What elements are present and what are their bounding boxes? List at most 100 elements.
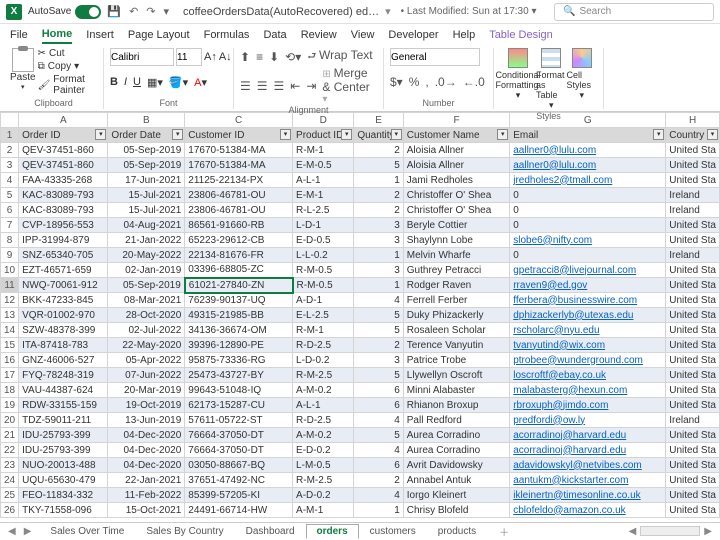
cell[interactable]: loscroftf@ebay.co.uk [510, 368, 666, 383]
cell[interactable]: 19-Oct-2019 [108, 398, 185, 413]
cell[interactable]: 6 [354, 383, 403, 398]
cell[interactable]: A-M-1 [293, 503, 354, 518]
cell[interactable]: UQU-65630-479 [19, 473, 108, 488]
toggle-on-icon[interactable] [75, 5, 101, 19]
cell[interactable]: aantukm@kickstarter.com [510, 473, 666, 488]
email-link[interactable]: ikleinertn@timesonline.co.uk [513, 490, 640, 501]
cell[interactable]: NUO-20013-488 [19, 458, 108, 473]
cell[interactable]: GNZ-46006-527 [19, 353, 108, 368]
font-color-button[interactable]: A▾ [194, 76, 207, 89]
email-link[interactable]: tvanyutind@wix.com [513, 340, 605, 351]
cell[interactable]: 17670-51384-MA [185, 158, 293, 173]
cell[interactable]: FEO-11834-332 [19, 488, 108, 503]
cell[interactable]: A-M-0.2 [293, 428, 354, 443]
cell[interactable]: R-M-0.5 [293, 263, 354, 278]
cell[interactable]: 4 [354, 413, 403, 428]
row-header[interactable]: 9 [1, 248, 19, 263]
cell[interactable]: E-M-0.5 [293, 158, 354, 173]
cell[interactable]: United Sta [666, 173, 720, 188]
cell[interactable]: 21-Jan-2022 [108, 233, 185, 248]
cell[interactable]: Aurea Corradino [403, 443, 509, 458]
menu-table-design[interactable]: Table Design [489, 27, 553, 43]
col-header-f[interactable]: F [403, 113, 509, 128]
cell[interactable]: 1 [354, 173, 403, 188]
cell[interactable]: A-D-1 [293, 293, 354, 308]
email-link[interactable]: aantukm@kickstarter.com [513, 475, 628, 486]
filter-icon[interactable]: ▾ [172, 129, 183, 140]
cell[interactable]: Ireland [666, 248, 720, 263]
wrap-text-button[interactable]: ⮐ Wrap Text [307, 48, 372, 66]
cell[interactable]: United Sta [666, 158, 720, 173]
filter-icon[interactable]: ▾ [391, 129, 402, 140]
row-header[interactable]: 10 [1, 263, 19, 278]
cell[interactable]: BKK-47233-845 [19, 293, 108, 308]
cell[interactable]: Iorgo Kleinert [403, 488, 509, 503]
cell[interactable]: 3 [354, 263, 403, 278]
cell[interactable]: 02-Jul-2022 [108, 323, 185, 338]
cell[interactable]: E-D-0.2 [293, 443, 354, 458]
cell[interactable]: Rodger Raven [403, 278, 509, 293]
cell[interactable]: Rosaleen Scholar [403, 323, 509, 338]
header-order-date[interactable]: Order Date▾ [108, 128, 185, 143]
align-center-icon[interactable]: ☰ [257, 79, 268, 93]
cell[interactable]: United Sta [666, 488, 720, 503]
cell[interactable]: 13-Jun-2019 [108, 413, 185, 428]
increase-decimal-icon[interactable]: .0→ [435, 75, 457, 89]
cell[interactable]: Avrit Davidowsky [403, 458, 509, 473]
cell[interactable]: R-D-2.5 [293, 338, 354, 353]
email-link[interactable]: aallner0@lulu.com [513, 160, 596, 171]
row-header[interactable]: 25 [1, 488, 19, 503]
autosave-toggle[interactable]: AutoSave [28, 5, 101, 19]
email-link[interactable]: jredholes2@tmall.com [513, 175, 612, 186]
format-painter-button[interactable]: 🖌Format Painter [38, 74, 97, 96]
align-bottom-icon[interactable]: ⬇ [269, 50, 279, 64]
cell[interactable]: Ferrell Ferber [403, 293, 509, 308]
cell[interactable]: 85399-57205-KI [185, 488, 293, 503]
cell[interactable]: United Sta [666, 443, 720, 458]
row-header[interactable]: 16 [1, 353, 19, 368]
cell[interactable]: 20-May-2022 [108, 248, 185, 263]
sheet-tab[interactable]: customers [359, 524, 427, 539]
cell[interactable]: 2 [354, 188, 403, 203]
row-header[interactable]: 23 [1, 458, 19, 473]
cell[interactable]: IDU-25793-399 [19, 443, 108, 458]
cell[interactable]: predfordi@ow.ly [510, 413, 666, 428]
sheet-tab[interactable]: products [427, 524, 487, 539]
new-sheet-button[interactable]: ＋ [499, 524, 509, 539]
email-link[interactable]: rraven9@ed.gov [513, 280, 587, 291]
cell[interactable]: 0 [510, 248, 666, 263]
cell[interactable]: 0 [510, 188, 666, 203]
header-order-id[interactable]: Order ID▾ [19, 128, 108, 143]
row-header[interactable]: 13 [1, 308, 19, 323]
align-top-icon[interactable]: ⬆ [240, 50, 250, 64]
cell[interactable]: Chrisy Blofeld [403, 503, 509, 518]
cell[interactable]: 2 [354, 338, 403, 353]
row-header[interactable]: 18 [1, 383, 19, 398]
row-header[interactable]: 6 [1, 203, 19, 218]
menu-page-layout[interactable]: Page Layout [128, 27, 190, 43]
cell[interactable]: 1 [354, 278, 403, 293]
cell[interactable]: 05-Apr-2022 [108, 353, 185, 368]
cell[interactable]: 2 [354, 203, 403, 218]
email-link[interactable]: predfordi@ow.ly [513, 415, 585, 426]
email-link[interactable]: ptrobee@wunderground.com [513, 355, 643, 366]
cell[interactable]: 49315-21985-BB [185, 308, 293, 323]
cell[interactable]: 3 [354, 233, 403, 248]
cell[interactable]: 3 [354, 353, 403, 368]
filter-icon[interactable]: ▾ [341, 129, 352, 140]
cell[interactable]: 23806-46781-OU [185, 203, 293, 218]
cell[interactable]: United Sta [666, 218, 720, 233]
email-link[interactable]: rscholarc@nyu.edu [513, 325, 599, 336]
email-link[interactable]: dphizackerlyb@utexas.edu [513, 310, 633, 321]
cell[interactable]: 11-Feb-2022 [108, 488, 185, 503]
cell[interactable]: Shaylynn Lobe [403, 233, 509, 248]
cell[interactable]: Duky Phizackerly [403, 308, 509, 323]
menu-home[interactable]: Home [42, 26, 73, 44]
cell[interactable]: tvanyutind@wix.com [510, 338, 666, 353]
menu-help[interactable]: Help [453, 27, 476, 43]
horizontal-scrollbar[interactable] [640, 526, 700, 536]
row-header[interactable]: 19 [1, 398, 19, 413]
cell[interactable]: Aloisia Allner [403, 143, 509, 158]
cell[interactable]: Ireland [666, 188, 720, 203]
cell[interactable]: TKY-71558-096 [19, 503, 108, 518]
